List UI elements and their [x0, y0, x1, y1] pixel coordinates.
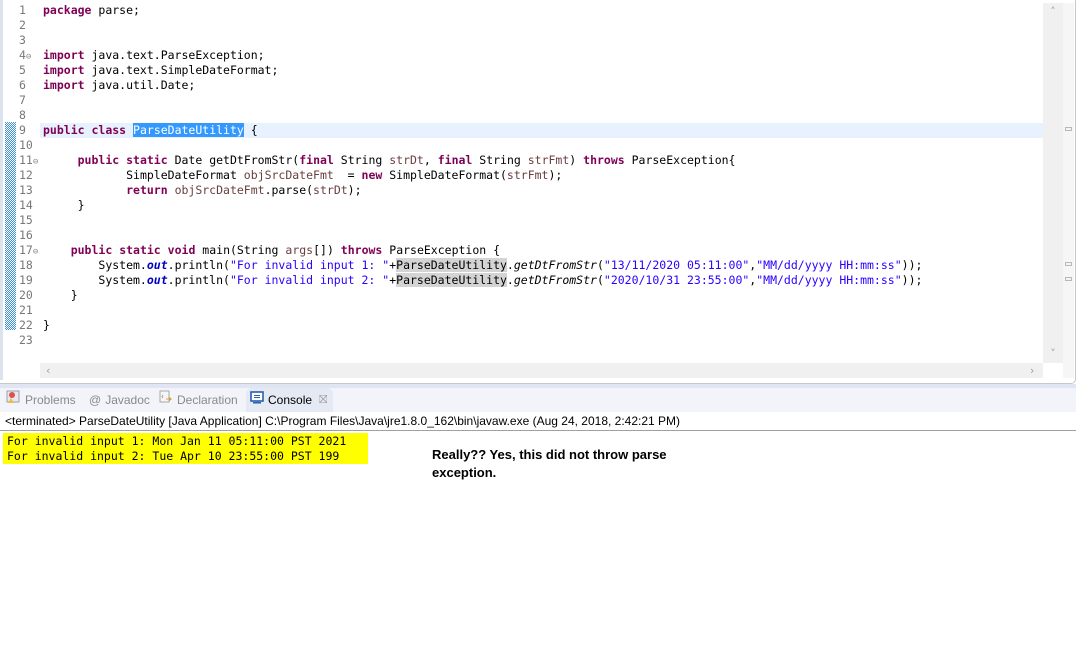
tab-declaration[interactable]: Declaration — [158, 388, 238, 412]
line-number: 12 — [19, 168, 33, 182]
tab-problems[interactable]: Problems — [6, 388, 76, 412]
code-area[interactable]: package parse; import java.text.ParseExc… — [43, 3, 1041, 348]
code-line[interactable]: SimpleDateFormat objSrcDateFmt = new Sim… — [43, 168, 1041, 183]
console-output-line: For invalid input 2: Tue Apr 10 23:55:00… — [7, 449, 340, 463]
scroll-left-icon[interactable]: ‹ — [46, 363, 50, 378]
code-line[interactable] — [43, 138, 1041, 153]
line-number: 1 — [19, 3, 26, 17]
code-line[interactable]: } — [43, 318, 1041, 333]
code-line[interactable]: } — [43, 288, 1041, 303]
code-line[interactable] — [43, 303, 1041, 318]
line-number: 2 — [19, 18, 26, 32]
line-number: 20 — [19, 288, 33, 302]
code-line[interactable] — [43, 108, 1041, 123]
line-number: 7 — [19, 93, 26, 107]
line-number: 6 — [19, 78, 26, 92]
vertical-scrollbar[interactable]: ˄ ˅ — [1043, 3, 1063, 363]
code-line[interactable] — [43, 228, 1041, 243]
scroll-down-icon[interactable]: ˅ — [1043, 347, 1063, 360]
code-line[interactable] — [43, 33, 1041, 48]
horizontal-scrollbar[interactable]: ‹ › — [40, 363, 1043, 378]
code-line[interactable] — [43, 93, 1041, 108]
code-line[interactable] — [43, 213, 1041, 228]
java-editor[interactable]: 1 2 3 4⊖ 5 6 7 8 9 10 11⊖ 12 13 14 15 16… — [0, 0, 1076, 384]
scroll-up-icon[interactable]: ˄ — [1043, 5, 1063, 18]
code-line[interactable]: return objSrcDateFmt.parse(strDt); — [43, 183, 1041, 198]
line-number: 14 — [19, 198, 33, 212]
code-line[interactable] — [43, 333, 1041, 348]
line-number: 13 — [19, 183, 33, 197]
line-number: 10 — [19, 138, 33, 152]
close-icon[interactable]: ⛝ — [319, 388, 327, 412]
overview-marker[interactable] — [1065, 262, 1072, 266]
code-line[interactable]: import java.text.ParseException; — [43, 48, 1041, 63]
console-icon — [250, 388, 264, 412]
declaration-icon — [158, 388, 173, 412]
tab-javadoc[interactable]: @ Javadoc — [89, 388, 150, 412]
code-line[interactable]: } — [43, 198, 1041, 213]
console-output-line: For invalid input 1: Mon Jan 11 05:11:00… — [7, 434, 347, 448]
quick-diff-ruler — [5, 122, 16, 330]
code-line-current[interactable]: public class ParseDateUtility { — [43, 123, 1041, 138]
selected-text[interactable]: ParseDateUtility — [133, 123, 244, 137]
code-line[interactable]: public static void main(String args[]) t… — [43, 243, 1041, 258]
overview-ruler[interactable] — [1063, 3, 1074, 378]
line-number: 21 — [19, 303, 33, 317]
overview-marker[interactable] — [1065, 127, 1072, 131]
overview-marker[interactable] — [1065, 277, 1072, 281]
line-number: 9 — [19, 123, 26, 137]
line-number: 23 — [19, 333, 33, 347]
line-number: 11⊖ — [19, 153, 39, 167]
occurrence-highlight: ParseDateUtility — [396, 258, 507, 272]
line-number: 3 — [19, 33, 26, 47]
code-line[interactable]: System.out.println("For invalid input 2:… — [43, 273, 1041, 288]
tab-console[interactable]: Console ⛝ — [246, 388, 334, 412]
line-number: 22 — [19, 318, 33, 332]
fold-collapse-icon[interactable]: ⊖ — [33, 157, 38, 167]
line-number: 19 — [19, 273, 33, 287]
code-line[interactable]: package parse; — [43, 3, 1041, 18]
view-tab-bar: Problems @ Javadoc Declaration Console ⛝ — [0, 388, 1076, 412]
fold-collapse-icon[interactable]: ⊖ — [26, 52, 31, 62]
line-number: 8 — [19, 108, 26, 122]
occurrence-highlight: ParseDateUtility — [396, 273, 507, 287]
code-line[interactable] — [43, 18, 1041, 33]
line-number: 17⊖ — [19, 243, 39, 257]
line-number: 16 — [19, 228, 33, 242]
code-line[interactable]: import java.text.SimpleDateFormat; — [43, 63, 1041, 78]
line-number: 5 — [19, 63, 26, 77]
line-number: 18 — [19, 258, 33, 272]
annotation-note: Really?? Yes, this did not throw parse e… — [432, 447, 667, 480]
at-icon: @ — [89, 393, 102, 407]
code-line[interactable]: import java.util.Date; — [43, 78, 1041, 93]
line-number-gutter: 1 2 3 4⊖ 5 6 7 8 9 10 11⊖ 12 13 14 15 16… — [16, 3, 40, 348]
editor-left-border — [0, 0, 3, 380]
code-line[interactable]: public static Date getDtFromStr(final St… — [43, 153, 1041, 168]
console-highlighted-output: For invalid input 1: Mon Jan 11 05:11:00… — [3, 433, 368, 464]
fold-collapse-icon[interactable]: ⊖ — [33, 247, 38, 257]
console-status-line: <terminated> ParseDateUtility [Java Appl… — [0, 412, 1076, 431]
line-number: 4⊖ — [19, 48, 32, 62]
problems-icon — [6, 388, 21, 412]
line-number: 15 — [19, 213, 33, 227]
scroll-right-icon[interactable]: › — [1030, 363, 1034, 378]
code-line[interactable]: System.out.println("For invalid input 1:… — [43, 258, 1041, 273]
